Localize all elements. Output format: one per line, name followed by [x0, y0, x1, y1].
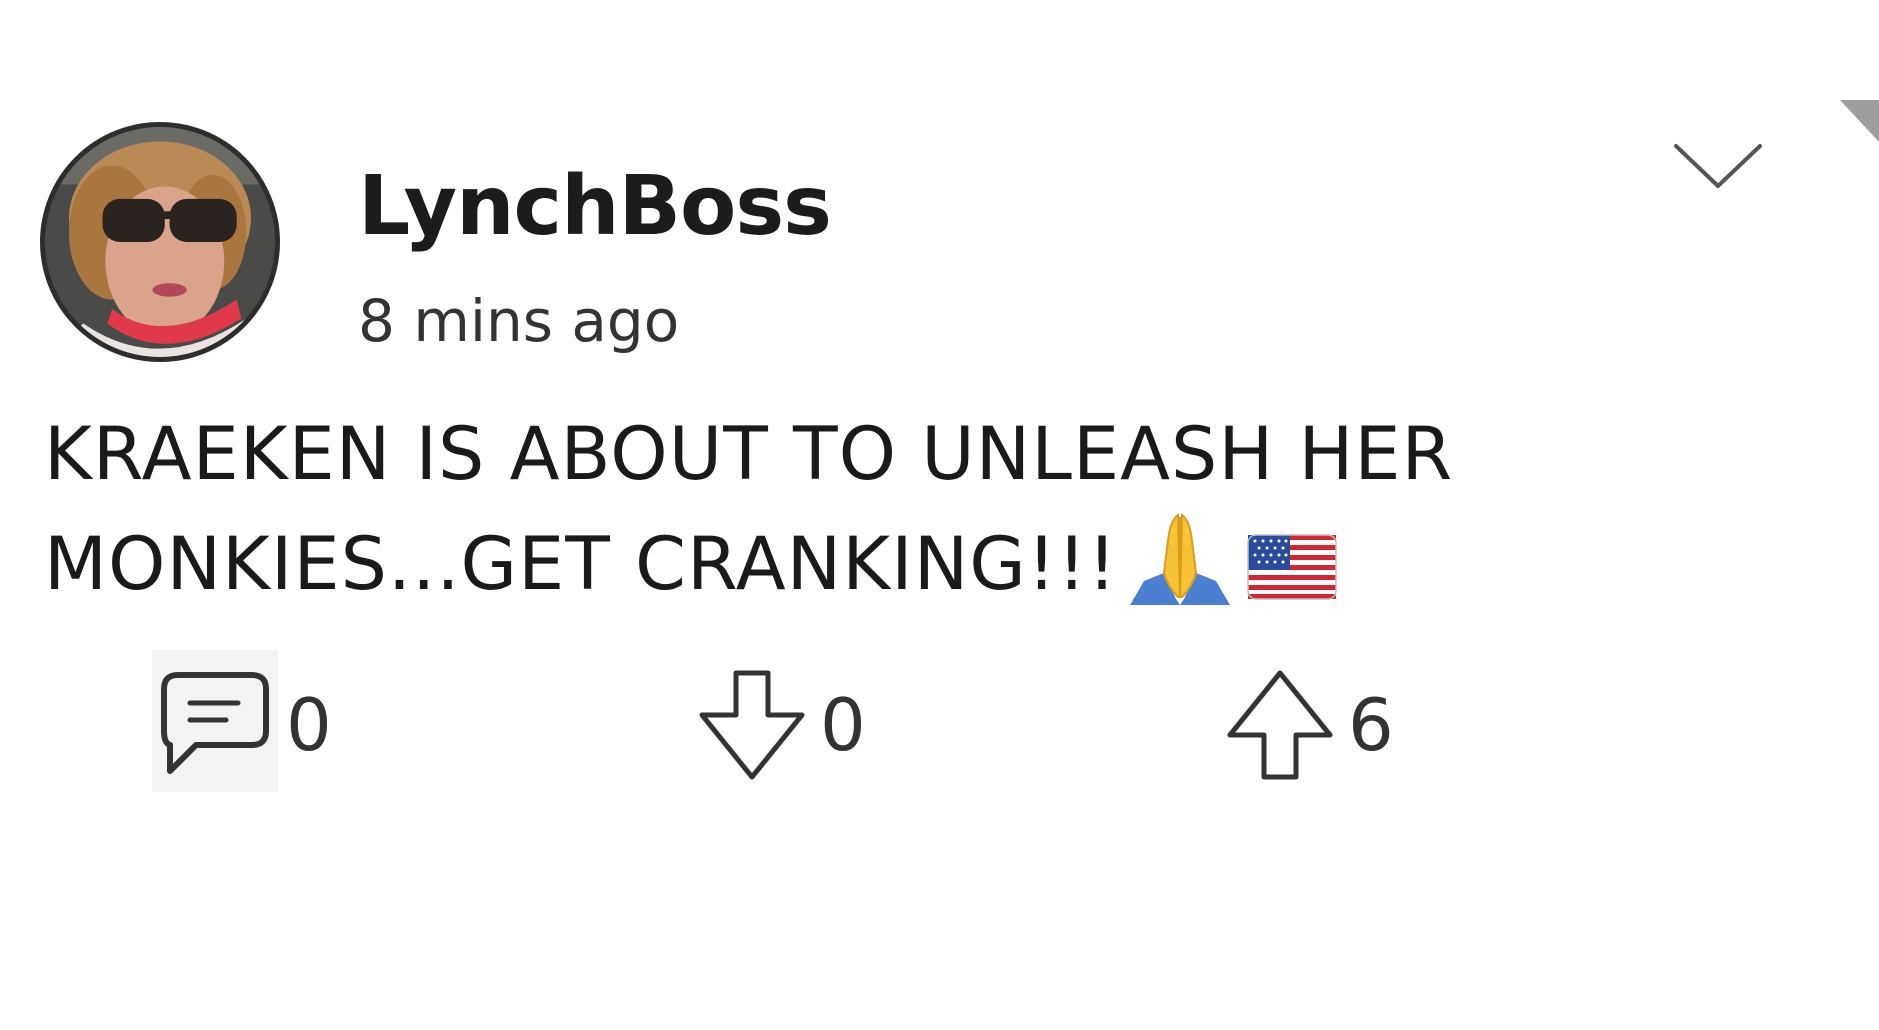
upvote-count: 6: [1348, 683, 1394, 767]
arrow-up-icon: [1227, 670, 1333, 780]
us-flag-emoji: [1242, 527, 1342, 638]
chevron-down-icon[interactable]: [1672, 140, 1764, 194]
user-avatar[interactable]: [40, 122, 280, 362]
comment-icon: [161, 672, 269, 774]
upvote-button[interactable]: 6: [1224, 660, 1394, 790]
page-corner-fold: [1840, 100, 1879, 142]
downvote-button[interactable]: 0: [696, 660, 866, 790]
username[interactable]: LynchBoss: [358, 166, 832, 248]
post-timestamp: 8 mins ago: [358, 287, 680, 355]
comment-button[interactable]: 0: [156, 660, 332, 790]
avatar-photo: [45, 127, 275, 357]
comment-count: 0: [286, 683, 332, 767]
post-body: KRAEKEN IS ABOUT TO UNLEASH HER MONKIES.…: [44, 400, 1844, 638]
post-card: LynchBoss 8 mins ago KRAEKEN IS ABOUT TO…: [0, 0, 1879, 1030]
post-actions-bar: 0 0 6: [0, 660, 1879, 790]
folded-hands-emoji: [1124, 511, 1236, 638]
downvote-count: 0: [820, 683, 866, 767]
arrow-down-icon: [699, 670, 805, 780]
